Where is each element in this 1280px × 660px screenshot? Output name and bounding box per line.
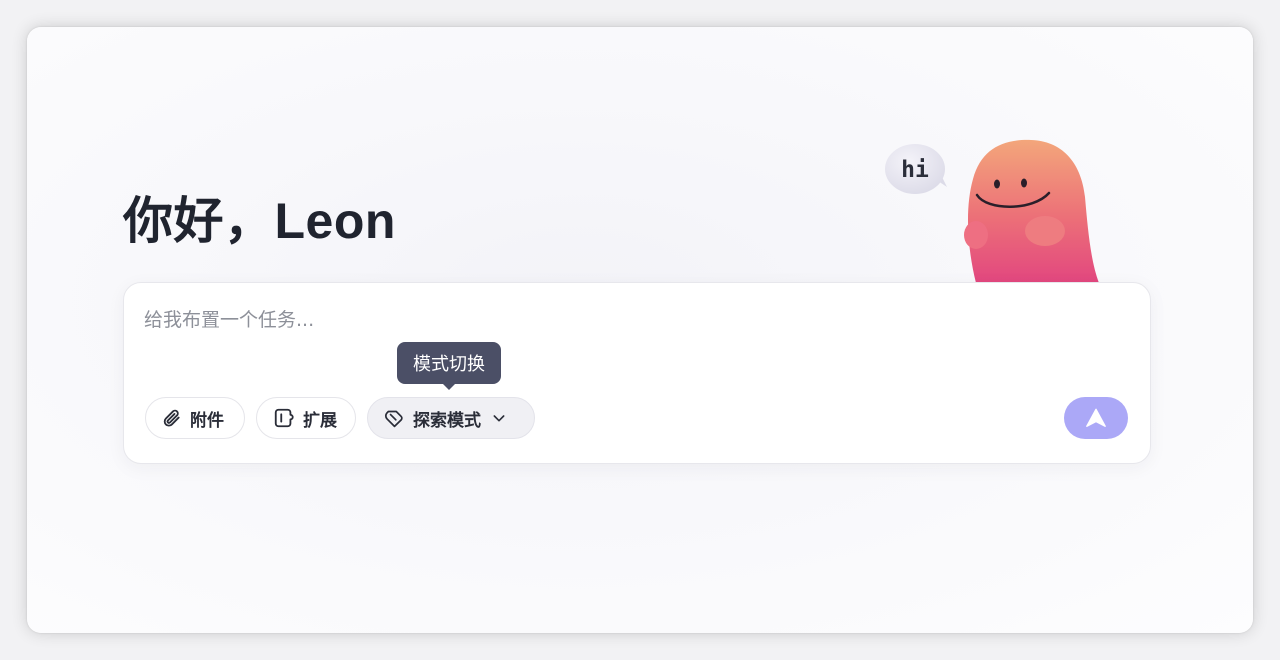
mode-selector[interactable]: 探索模式 <box>367 397 535 439</box>
arrow-up-icon <box>1086 408 1106 427</box>
speech-bubble: hi <box>885 144 947 194</box>
bubble-text: hi <box>901 157 929 183</box>
compass-icon <box>384 410 403 427</box>
paperclip-icon <box>163 409 180 427</box>
mascot-illustration: hi <box>885 139 1099 283</box>
task-input[interactable] <box>144 305 1044 335</box>
greeting-title: 你好，Leon <box>123 193 396 249</box>
plugin-icon <box>274 408 294 428</box>
mode-tooltip: 模式切换 <box>397 342 501 390</box>
mode-label: 探索模式 <box>413 410 481 431</box>
app-window: 你好，Leon hi 给我布置一个任务... 模式切换 附件 扩展 探索模式 <box>27 27 1253 633</box>
task-composer: 模式切换 附件 扩展 探索模式 <box>123 282 1151 464</box>
chevron-down-icon <box>493 415 505 422</box>
attach-button[interactable]: 附件 <box>145 397 245 439</box>
expand-label: 扩展 <box>303 410 337 431</box>
expand-button[interactable]: 扩展 <box>256 397 356 439</box>
send-button[interactable] <box>1064 397 1128 439</box>
attach-label: 附件 <box>190 410 224 431</box>
